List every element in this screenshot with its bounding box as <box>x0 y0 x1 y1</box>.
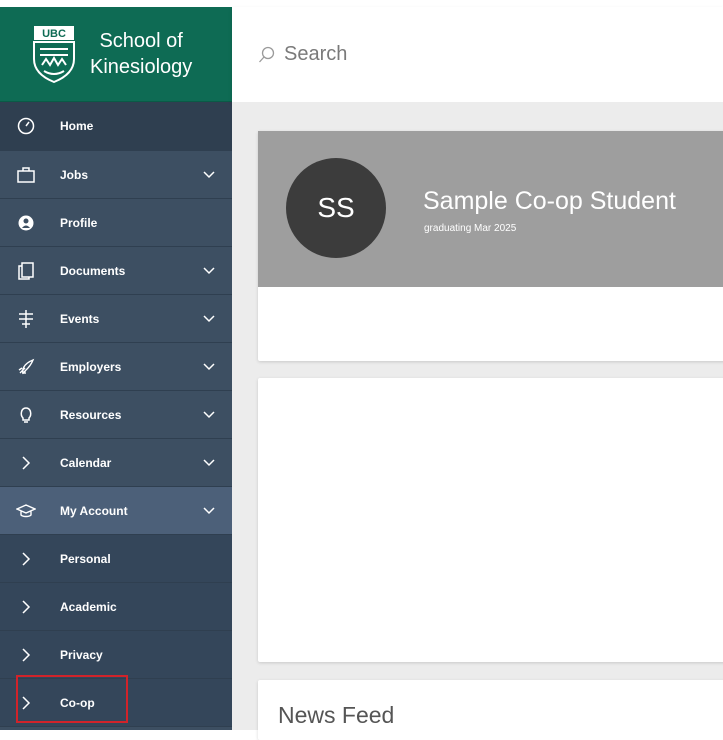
sidebar-item-label: Privacy <box>60 647 103 662</box>
sidebar-item-home[interactable]: Home <box>0 102 232 151</box>
sidebar: UBC School of Kinesiology Home Jobs Prof… <box>0 7 232 730</box>
sidebar-item-profile[interactable]: Profile <box>0 199 232 247</box>
chevron-down-icon[interactable] <box>202 408 216 422</box>
sidebar-item-label: Personal <box>60 551 111 566</box>
sidebar-item-label: Academic <box>60 599 117 614</box>
sidebar-item-privacy[interactable]: Privacy <box>0 631 232 679</box>
news-feed-card: News Feed <box>258 680 723 740</box>
student-name: Sample Co-op Student <box>423 187 676 215</box>
chevron-down-icon[interactable] <box>202 312 216 326</box>
school-name-line2: Kinesiology <box>90 56 193 78</box>
sidebar-item-events[interactable]: Events <box>0 295 232 343</box>
sidebar-item-employers[interactable]: Employers <box>0 343 232 391</box>
search-input[interactable]: Search <box>284 43 347 66</box>
rocket-icon <box>16 357 36 377</box>
lightbulb-icon <box>16 405 36 425</box>
chevron-down-icon[interactable] <box>202 504 216 518</box>
sidebar-item-label: Profile <box>60 215 98 230</box>
sidebar-item-label: Jobs <box>60 167 89 182</box>
school-logo[interactable]: UBC School of Kinesiology <box>0 7 232 102</box>
avatar[interactable]: SS <box>286 158 386 258</box>
chevron-down-icon[interactable] <box>202 168 216 182</box>
news-feed-title: News Feed <box>278 702 395 728</box>
documents-icon <box>16 261 36 281</box>
chevron-right-icon <box>16 597 36 617</box>
sidebar-item-label: Employers <box>60 359 122 374</box>
graduation-date: graduating Mar 2025 <box>424 223 517 234</box>
chevron-down-icon[interactable] <box>202 264 216 278</box>
main-content: SS Sample Co-op Student graduating Mar 2… <box>232 102 723 740</box>
chevron-right-icon <box>16 453 36 473</box>
sidebar-item-label: Resources <box>60 407 122 422</box>
ubc-crest-icon: UBC <box>33 26 75 83</box>
signpost-icon <box>16 309 36 329</box>
sidebar-item-jobs[interactable]: Jobs <box>0 151 232 199</box>
sidebar-item-label: Events <box>60 311 100 326</box>
speedometer-icon <box>16 116 36 136</box>
sidebar-item-documents[interactable]: Documents <box>0 247 232 295</box>
chevron-down-icon[interactable] <box>202 456 216 470</box>
briefcase-icon <box>16 165 36 185</box>
sidebar-item-academic[interactable]: Academic <box>0 583 232 631</box>
chevron-right-icon <box>16 549 36 569</box>
svg-text:UBC: UBC <box>42 28 66 40</box>
graduation-cap-icon <box>16 501 36 521</box>
top-cropped-caption <box>0 0 723 7</box>
sidebar-item-personal[interactable]: Personal <box>0 535 232 583</box>
chevron-down-icon[interactable] <box>202 360 216 374</box>
search-icon[interactable] <box>258 46 276 64</box>
sidebar-item-label: My Account <box>60 503 128 518</box>
sidebar-item-label: Documents <box>60 263 126 278</box>
profile-icon <box>16 213 36 233</box>
chevron-right-icon <box>16 645 36 665</box>
sidebar-item-my-account[interactable]: My Account <box>0 487 232 535</box>
top-header: Search <box>232 7 723 102</box>
sidebar-item-label: Calendar <box>60 455 112 470</box>
coop-highlight-box <box>16 675 128 723</box>
content-card <box>258 378 723 662</box>
sidebar-item-calendar[interactable]: Calendar <box>0 439 232 487</box>
sidebar-item-label: Home <box>60 119 94 133</box>
profile-banner: SS Sample Co-op Student graduating Mar 2… <box>258 131 723 287</box>
school-name-line1: School of <box>99 30 183 52</box>
profile-card: SS Sample Co-op Student graduating Mar 2… <box>258 131 723 361</box>
sidebar-item-resources[interactable]: Resources <box>0 391 232 439</box>
